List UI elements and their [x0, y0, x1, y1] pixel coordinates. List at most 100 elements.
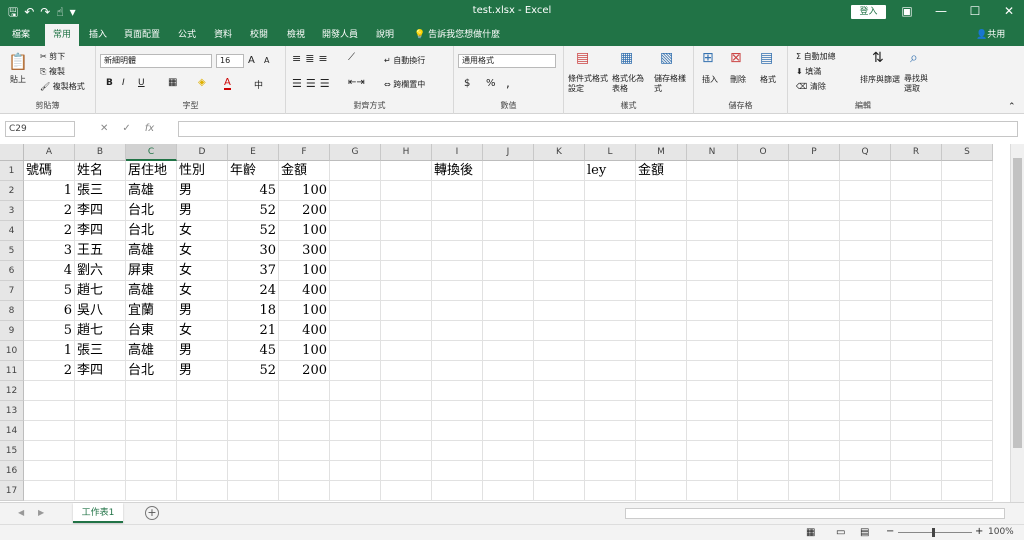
cell-g10[interactable] [330, 341, 381, 361]
cell-q7[interactable] [840, 281, 891, 301]
cell-k12[interactable] [534, 381, 585, 401]
cell-b8[interactable]: 吳八 [75, 301, 126, 321]
cell-j15[interactable] [483, 441, 534, 461]
column-header-c[interactable]: C [126, 144, 177, 161]
cell-a14[interactable] [24, 421, 75, 441]
tab-file[interactable]: 檔案 [12, 24, 30, 46]
cell-j13[interactable] [483, 401, 534, 421]
search-icon[interactable]: ⌕ [910, 50, 918, 66]
column-header-q[interactable]: Q [840, 144, 891, 161]
minimize-icon[interactable]: — [924, 3, 958, 20]
cell-e8[interactable]: 18 [228, 301, 279, 321]
vertical-scrollbar[interactable] [1010, 144, 1024, 502]
cell-g12[interactable] [330, 381, 381, 401]
cell-g13[interactable] [330, 401, 381, 421]
cell-l10[interactable] [585, 341, 636, 361]
font-size-select[interactable]: 16 [216, 54, 244, 68]
cell-r15[interactable] [891, 441, 942, 461]
row-header-10[interactable]: 10 [0, 341, 24, 361]
find-select-button[interactable]: 尋找與選取 [904, 74, 934, 94]
cell-o15[interactable] [738, 441, 789, 461]
cell-s13[interactable] [942, 401, 993, 421]
cell-p3[interactable] [789, 201, 840, 221]
cell-p16[interactable] [789, 461, 840, 481]
cell-k8[interactable] [534, 301, 585, 321]
cell-g11[interactable] [330, 361, 381, 381]
cell-f13[interactable] [279, 401, 330, 421]
cell-l13[interactable] [585, 401, 636, 421]
cell-r16[interactable] [891, 461, 942, 481]
cell-b17[interactable] [75, 481, 126, 501]
cell-m11[interactable] [636, 361, 687, 381]
cell-l7[interactable] [585, 281, 636, 301]
add-sheet-icon[interactable]: + [145, 506, 159, 520]
cell-b14[interactable] [75, 421, 126, 441]
cell-n16[interactable] [687, 461, 738, 481]
cell-s11[interactable] [942, 361, 993, 381]
cell-q10[interactable] [840, 341, 891, 361]
cell-k9[interactable] [534, 321, 585, 341]
cell-i5[interactable] [432, 241, 483, 261]
cell-d4[interactable]: 女 [177, 221, 228, 241]
column-header-s[interactable]: S [942, 144, 993, 161]
fill-button[interactable]: ⬇ 填滿 [796, 66, 821, 77]
cell-k6[interactable] [534, 261, 585, 281]
cell-l4[interactable] [585, 221, 636, 241]
autosum-button[interactable]: Σ 自動加總 [796, 51, 836, 62]
cell-l17[interactable] [585, 481, 636, 501]
cell-b1[interactable]: 姓名 [75, 161, 126, 181]
cut-button[interactable]: ✂ 剪下 [40, 51, 65, 62]
cell-q14[interactable] [840, 421, 891, 441]
cell-s5[interactable] [942, 241, 993, 261]
cell-d6[interactable]: 女 [177, 261, 228, 281]
cell-d8[interactable]: 男 [177, 301, 228, 321]
collapse-ribbon-icon[interactable]: ⌃ [1008, 102, 1016, 112]
cell-e16[interactable] [228, 461, 279, 481]
cell-s3[interactable] [942, 201, 993, 221]
cell-q8[interactable] [840, 301, 891, 321]
phonetic-button[interactable]: 中 [254, 78, 263, 91]
cell-b9[interactable]: 趙七 [75, 321, 126, 341]
cell-b11[interactable]: 李四 [75, 361, 126, 381]
cell-q3[interactable] [840, 201, 891, 221]
tab-view[interactable]: 檢視 [287, 24, 305, 46]
cell-c3[interactable]: 台北 [126, 201, 177, 221]
column-header-g[interactable]: G [330, 144, 381, 161]
cell-r11[interactable] [891, 361, 942, 381]
cell-m5[interactable] [636, 241, 687, 261]
cell-g6[interactable] [330, 261, 381, 281]
cell-c17[interactable] [126, 481, 177, 501]
cell-q15[interactable] [840, 441, 891, 461]
tab-insert[interactable]: 插入 [89, 24, 107, 46]
cell-m9[interactable] [636, 321, 687, 341]
cell-m14[interactable] [636, 421, 687, 441]
cell-c8[interactable]: 宜蘭 [126, 301, 177, 321]
cell-i10[interactable] [432, 341, 483, 361]
cell-f17[interactable] [279, 481, 330, 501]
row-header-14[interactable]: 14 [0, 421, 24, 441]
orientation-icon[interactable]: ⟋ [348, 52, 355, 63]
cell-n15[interactable] [687, 441, 738, 461]
delete-cells-button[interactable]: 刪除 [730, 74, 746, 85]
cell-s2[interactable] [942, 181, 993, 201]
cell-c11[interactable]: 台北 [126, 361, 177, 381]
cell-r7[interactable] [891, 281, 942, 301]
cell-m8[interactable] [636, 301, 687, 321]
cell-m4[interactable] [636, 221, 687, 241]
clear-button[interactable]: ⌫ 清除 [796, 81, 826, 92]
cell-o7[interactable] [738, 281, 789, 301]
cell-j3[interactable] [483, 201, 534, 221]
cell-r2[interactable] [891, 181, 942, 201]
cell-f14[interactable] [279, 421, 330, 441]
cell-a11[interactable]: 2 [24, 361, 75, 381]
cell-a4[interactable]: 2 [24, 221, 75, 241]
cell-g9[interactable] [330, 321, 381, 341]
cell-n10[interactable] [687, 341, 738, 361]
cell-k5[interactable] [534, 241, 585, 261]
cell-g15[interactable] [330, 441, 381, 461]
cell-k7[interactable] [534, 281, 585, 301]
cell-h15[interactable] [381, 441, 432, 461]
row-header-2[interactable]: 2 [0, 181, 24, 201]
number-format-select[interactable]: 通用格式 [458, 54, 556, 68]
cell-j1[interactable] [483, 161, 534, 181]
